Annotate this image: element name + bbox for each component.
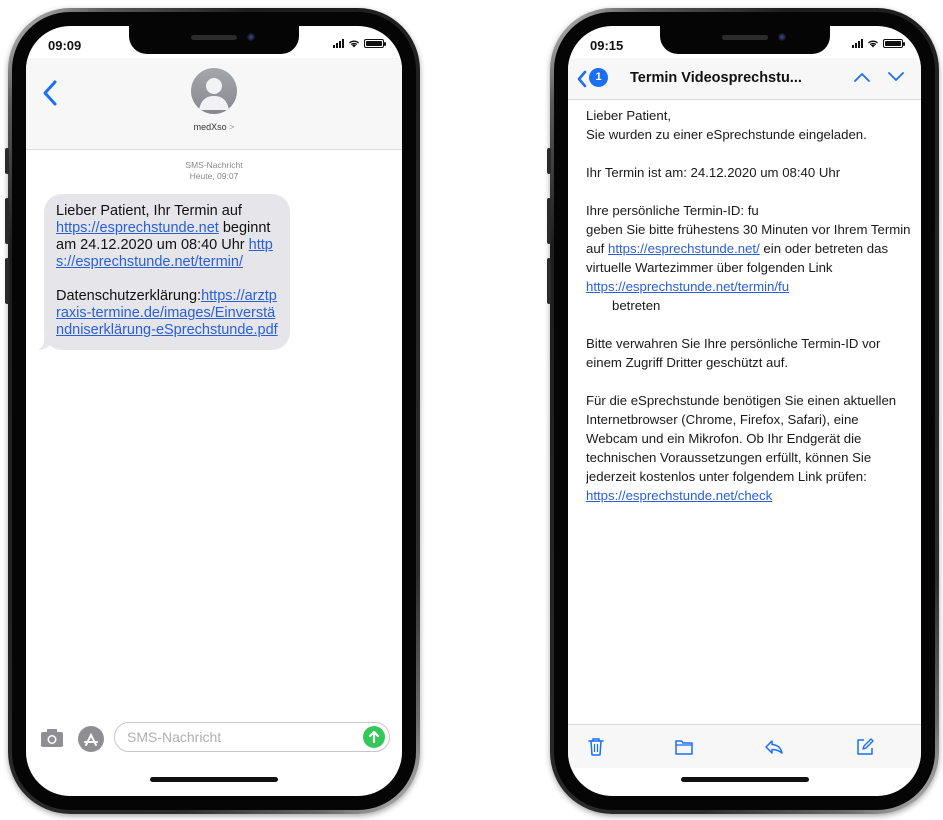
side-button: [5, 148, 9, 174]
conversation-header: medXso >: [26, 58, 402, 150]
signal-icon: [333, 39, 344, 48]
mail-link[interactable]: https://esprechstunde.net/termin/fu: [586, 279, 789, 294]
mail-greeting: Lieber Patient,: [586, 108, 672, 123]
status-time: 09:09: [48, 38, 82, 53]
compose-bar: [26, 720, 402, 760]
mail-subject-title: Termin Videosprechstu...: [630, 70, 802, 86]
mail-link[interactable]: https://esprechstunde.net/check: [586, 488, 772, 503]
battery-icon: [364, 39, 386, 48]
speaker: [191, 35, 237, 40]
message-timestamp: Heute, 09:07: [189, 171, 239, 181]
phone-bezel: 09:15 1 Termin Videosprechstu... Lieber …: [554, 12, 935, 810]
contact-name-label: medXso: [193, 122, 227, 132]
mail-paragraph: Für die eSprechstunde benötigen Sie eine…: [586, 391, 911, 505]
unread-badge: 1: [589, 68, 608, 87]
mail-paragraph: Ihre persönliche Termin-ID: fu geben Sie…: [586, 201, 911, 315]
message-paragraph: Datenschutzerklärung:https://arztpraxis-…: [56, 288, 278, 339]
phone-frame-left: 09:09 medXso > SMS-Nachricht Heute, 09:0…: [5, 8, 420, 814]
home-indicator[interactable]: [680, 777, 809, 782]
battery-fill: [366, 41, 382, 46]
chevron-left-icon: [577, 70, 587, 88]
message-channel: SMS-Nachricht: [185, 160, 243, 170]
sms-input[interactable]: [114, 722, 390, 752]
signal-icon: [852, 39, 863, 48]
send-arrow-icon[interactable]: [363, 726, 385, 748]
appstore-glyph: [84, 732, 98, 746]
messages-screen: 09:09 medXso > SMS-Nachricht Heute, 09:0…: [26, 26, 402, 796]
front-camera: [247, 33, 255, 41]
privacy-label: Datenschutzerklärung:: [56, 288, 202, 304]
mail-screen: 09:15 1 Termin Videosprechstu... Lieber …: [568, 26, 921, 796]
mail-link[interactable]: https://esprechstunde.net/: [608, 241, 760, 256]
phone-frame-right: 09:15 1 Termin Videosprechstu... Lieber …: [547, 8, 939, 814]
status-time: 09:15: [590, 38, 624, 53]
chevron-down-icon[interactable]: [887, 70, 905, 84]
phone-bezel: 09:09 medXso > SMS-Nachricht Heute, 09:0…: [12, 12, 416, 810]
mail-paragraph: Lieber Patient, Sie wurden zu einer eSpr…: [586, 106, 911, 144]
message-meta: SMS-Nachricht Heute, 09:07: [26, 160, 402, 182]
notch: [659, 26, 830, 54]
mail-date-line: Ihr Termin ist am: 24.12.2020 um 08:40 U…: [586, 165, 841, 180]
side-button: [547, 148, 551, 174]
person-avatar-icon[interactable]: [191, 68, 237, 114]
appstore-icon[interactable]: [78, 726, 104, 752]
compose-icon[interactable]: [855, 737, 875, 757]
message-paragraph: Lieber Patient, Ihr Termin auf https://e…: [56, 203, 278, 271]
contact-name[interactable]: medXso >: [26, 122, 402, 132]
side-button: [547, 198, 551, 244]
reply-icon[interactable]: [764, 737, 784, 757]
mailbox-back-button[interactable]: 1: [576, 67, 616, 89]
status-icons: [333, 39, 386, 48]
speaker: [721, 35, 768, 40]
mail-invite: Sie wurden zu einer eSprechstunde eingel…: [586, 127, 867, 142]
front-camera: [777, 33, 786, 41]
mail-text: betreten: [612, 298, 661, 313]
side-button: [547, 258, 551, 304]
avatar-silhouette: [199, 78, 229, 110]
home-indicator[interactable]: [150, 777, 278, 782]
chevron-left-icon[interactable]: [40, 78, 62, 108]
message-link[interactable]: https://esprechstunde.net: [56, 220, 219, 236]
message-text: Lieber Patient, Ihr Termin auf: [56, 203, 242, 219]
side-button: [5, 198, 9, 244]
wifi-icon: [868, 40, 878, 48]
camera-icon[interactable]: [40, 728, 64, 748]
mail-termin-id: Ihre persönliche Termin-ID: fu: [586, 203, 759, 218]
wifi-icon: [349, 40, 359, 48]
message-bubble[interactable]: Lieber Patient, Ihr Termin auf https://e…: [35, 194, 290, 350]
mail-keep-safe: Bitte verwahren Sie Ihre persönliche Ter…: [586, 336, 881, 370]
mail-nav-bar: 1 Termin Videosprechstu...: [568, 58, 921, 100]
chevron-up-icon[interactable]: [853, 70, 871, 84]
battery-icon: [883, 39, 905, 48]
trash-icon[interactable]: [586, 737, 606, 757]
mail-toolbar: [568, 724, 921, 768]
folder-icon[interactable]: [674, 737, 694, 757]
contact-chevron: >: [229, 122, 235, 132]
send-arrow-glyph: [368, 730, 380, 744]
side-button: [5, 258, 9, 304]
status-icons: [852, 39, 905, 48]
mail-body: Lieber Patient, Sie wurden zu einer eSpr…: [586, 106, 911, 724]
mail-requirements: Für die eSprechstunde benötigen Sie eine…: [586, 393, 897, 484]
notch: [129, 26, 299, 54]
battery-fill: [885, 41, 901, 46]
